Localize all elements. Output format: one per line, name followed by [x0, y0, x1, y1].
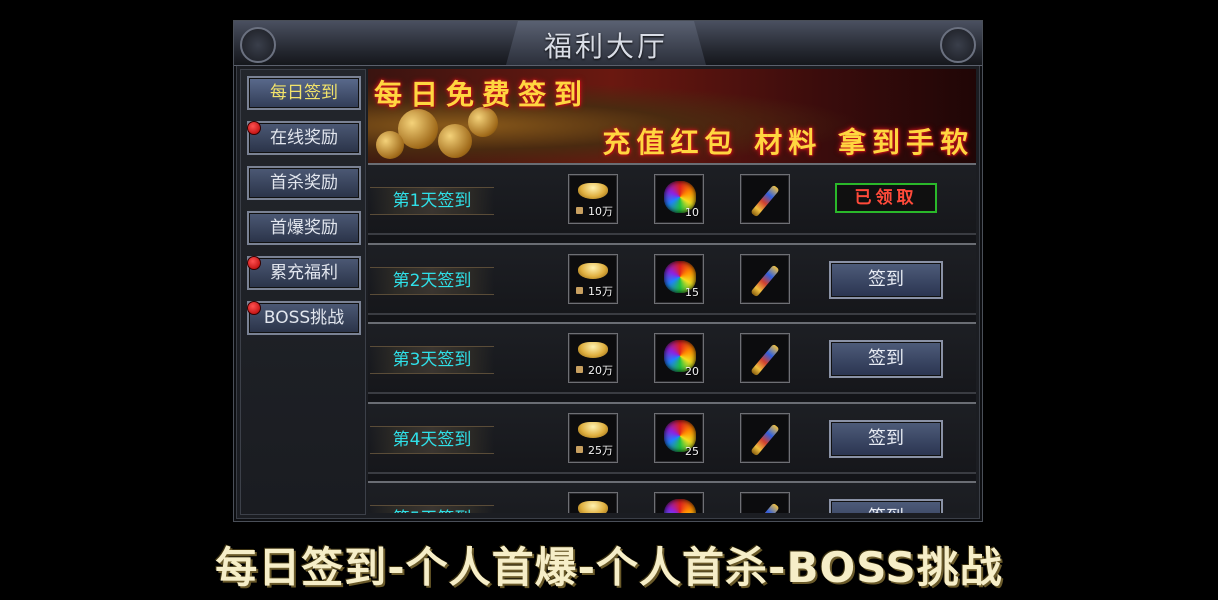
gold-ingot-item[interactable] [568, 492, 618, 513]
lock-icon [576, 446, 583, 453]
sidebar-item-first-kill[interactable]: 首杀奖励 [247, 166, 361, 200]
gold-ingot-icon [578, 422, 608, 438]
item-quantity: 15 [685, 286, 699, 299]
scroll-item[interactable] [740, 413, 790, 463]
signin-row: 第3天签到 20万 20 签到 [368, 322, 976, 394]
scroll-item[interactable] [740, 174, 790, 224]
sidebar-item-daily-signin[interactable]: 每日签到 [247, 76, 361, 110]
signin-banner: 每日免费签到 充值红包 材料 拿到手软 [368, 69, 976, 165]
notification-badge-icon [247, 256, 261, 270]
scroll-icon [750, 343, 780, 377]
gold-coin-icon [438, 124, 472, 158]
lock-icon [576, 207, 583, 214]
gem-item[interactable]: 20 [654, 333, 704, 383]
scroll-item[interactable] [740, 254, 790, 304]
sidebar-item-label: 累充福利 [270, 263, 338, 283]
lock-icon [576, 287, 583, 294]
banner-title: 每日免费签到 [374, 78, 591, 111]
sidebar-item-label: BOSS挑战 [263, 308, 345, 328]
gold-coin-icon [398, 109, 438, 149]
gold-coin-icon [376, 131, 404, 159]
welfare-hall-window: 福利大厅 每日签到 在线奖励 首杀奖励 首爆奖励 累充福利 BOSS挑战 每日免… [233, 20, 983, 522]
sidebar-item-label: 首杀奖励 [270, 173, 338, 193]
gem-item[interactable]: 15 [654, 254, 704, 304]
day-label: 第3天签到 [370, 346, 494, 374]
signin-row: 第2天签到 15万 15 签到 [368, 243, 976, 315]
gold-ingot-icon [578, 263, 608, 279]
notification-badge-icon [247, 121, 261, 135]
signin-button[interactable]: 签到 [829, 261, 943, 299]
signin-button[interactable]: 签到 [829, 340, 943, 378]
day-label: 第4天签到 [370, 426, 494, 454]
item-quantity: 25万 [588, 444, 613, 457]
corner-ornament-icon [940, 27, 976, 63]
sidebar-item-label: 在线奖励 [270, 128, 338, 148]
signin-row: 第5天签到 签到 [368, 481, 976, 513]
scroll-icon [750, 184, 780, 218]
item-quantity: 20万 [588, 364, 613, 377]
signin-content: 每日免费签到 充值红包 材料 拿到手软 第1天签到 10万 10 已领取 第2天… [368, 69, 976, 513]
gold-ingot-item[interactable]: 25万 [568, 413, 618, 463]
window-title: 福利大厅 [543, 30, 668, 63]
gem-item[interactable]: 25 [654, 413, 704, 463]
gold-ingot-icon [578, 183, 608, 199]
scroll-item[interactable] [740, 333, 790, 383]
day-label: 第2天签到 [370, 267, 494, 295]
gold-ingot-item[interactable]: 15万 [568, 254, 618, 304]
banner-subtitle: 充值红包 材料 拿到手软 [602, 126, 974, 159]
sidebar-item-label: 首爆奖励 [270, 218, 338, 238]
day-label: 第1天签到 [370, 187, 494, 215]
sidebar: 每日签到 在线奖励 首杀奖励 首爆奖励 累充福利 BOSS挑战 [240, 69, 366, 515]
item-quantity: 20 [685, 365, 699, 378]
signin-button[interactable]: 签到 [829, 499, 943, 513]
item-quantity: 10万 [588, 205, 613, 218]
sidebar-item-first-drop[interactable]: 首爆奖励 [247, 211, 361, 245]
claimed-button: 已领取 [835, 183, 937, 213]
gem-item[interactable] [654, 492, 704, 513]
sidebar-item-online-reward[interactable]: 在线奖励 [247, 121, 361, 155]
gold-ingot-icon [578, 342, 608, 358]
item-quantity: 15万 [588, 285, 613, 298]
footer-caption: 每日签到-个人首爆-个人首杀-BOSS挑战 [215, 543, 1003, 592]
signin-row: 第1天签到 10万 10 已领取 [368, 163, 976, 235]
notification-badge-icon [247, 301, 261, 315]
signin-button[interactable]: 签到 [829, 420, 943, 458]
gold-ingot-item[interactable]: 20万 [568, 333, 618, 383]
signin-row: 第4天签到 25万 25 签到 [368, 402, 976, 474]
gold-ingot-icon [578, 501, 608, 513]
sidebar-item-recharge-welfare[interactable]: 累充福利 [247, 256, 361, 290]
gem-item[interactable]: 10 [654, 174, 704, 224]
sidebar-item-boss-challenge[interactable]: BOSS挑战 [247, 301, 361, 335]
scroll-icon [750, 423, 780, 457]
lock-icon [576, 366, 583, 373]
day-label: 第5天签到 [370, 505, 494, 513]
item-quantity: 25 [685, 445, 699, 458]
gold-ingot-item[interactable]: 10万 [568, 174, 618, 224]
scroll-icon [750, 264, 780, 298]
item-quantity: 10 [685, 206, 699, 219]
gem-icon [664, 499, 696, 513]
scroll-item[interactable] [740, 492, 790, 513]
sidebar-item-label: 每日签到 [270, 83, 338, 103]
corner-ornament-icon [240, 27, 276, 63]
scroll-icon [750, 502, 780, 513]
title-bar: 福利大厅 [234, 21, 982, 66]
